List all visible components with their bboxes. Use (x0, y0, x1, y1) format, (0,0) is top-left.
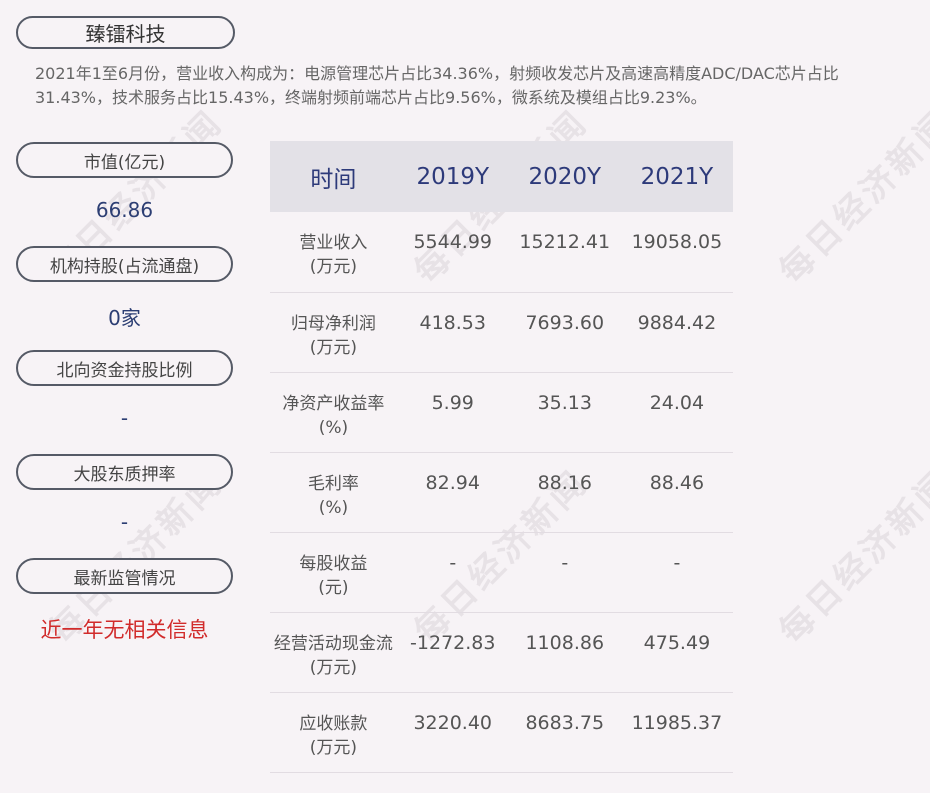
value-cell: 35.13 (508, 372, 621, 453)
table-row: 净资产收益率 (%) 5.99 35.13 24.04 (270, 372, 733, 453)
metric-unit: (万元) (309, 737, 358, 758)
regulation-value: 近一年无相关信息 (40, 618, 209, 642)
market-cap-value: 66.86 (95, 198, 154, 222)
metric-cell: 毛利率 (%) (270, 452, 397, 533)
metric-unit: (万元) (309, 257, 358, 277)
metric-cell: 每股收益 (元) (270, 532, 397, 613)
header-2019: 2019Y (396, 141, 509, 212)
value-cell: - (396, 532, 509, 613)
value-cell: 5544.99 (396, 212, 509, 293)
regulation-label: 最新监管情况 (16, 558, 233, 594)
metric-label: 毛利率 (307, 473, 359, 494)
metric-cell: 经营活动现金流 (万元) (270, 612, 397, 693)
watermark-text: 每日经济新闻 (771, 102, 930, 292)
value-cell: 24.04 (620, 372, 733, 453)
value-cell: 418.53 (396, 292, 509, 373)
table-row: 经营活动现金流 (万元) -1272.83 1108.86 475.49 (270, 612, 733, 693)
value-cell: 88.16 (508, 452, 621, 533)
metric-unit: (元) (318, 577, 349, 598)
value-cell: 7693.60 (508, 292, 621, 373)
value-cell: 8683.75 (508, 692, 621, 773)
metric-unit: (万元) (309, 657, 358, 678)
metric-label: 经营活动现金流 (273, 633, 393, 654)
metric-unit: (万元) (309, 337, 358, 358)
value-cell: 19058.05 (620, 212, 733, 293)
table-row: 归母净利润 (万元) 418.53 7693.60 9884.42 (270, 292, 733, 373)
value-cell: -1272.83 (396, 612, 509, 693)
value-cell: 475.49 (620, 612, 733, 693)
header-2020: 2020Y (508, 141, 621, 212)
financial-table: 时间 2019Y 2020Y 2021Y 营业收入 (万元) 5544.99 15… (270, 141, 733, 773)
metric-unit: (%) (318, 497, 349, 518)
watermark-text: 每日经济新闻 (771, 462, 930, 652)
header-period: 时间 (270, 141, 397, 212)
metric-label: 应收账款 (299, 713, 368, 734)
northbound-holding-label: 北向资金持股比例 (16, 350, 233, 386)
metric-cell: 应收账款 (万元) (270, 692, 397, 773)
value-cell: 11985.37 (620, 692, 733, 773)
header-2021: 2021Y (620, 141, 733, 212)
metric-cell: 归母净利润 (万元) (270, 292, 397, 373)
table-row: 应收账款 (万元) 3220.40 8683.75 11985.37 (270, 692, 733, 773)
table-row: 营业收入 (万元) 5544.99 15212.41 19058.05 (270, 212, 733, 293)
value-cell: 88.46 (620, 452, 733, 533)
value-cell: 1108.86 (508, 612, 621, 693)
value-cell: 5.99 (396, 372, 509, 453)
institution-holding-value: 0家 (108, 306, 141, 330)
institution-holding-label: 机构持股(占流通盘) (16, 246, 233, 282)
northbound-holding-value: - (120, 406, 129, 430)
table-row: 每股收益 (元) - - - (270, 532, 733, 613)
metric-unit: (%) (318, 417, 349, 438)
table-header-row: 时间 2019Y 2020Y 2021Y (270, 141, 733, 212)
table-row: 毛利率 (%) 82.94 88.16 88.46 (270, 452, 733, 533)
revenue-composition-text: 2021年1至6月份，营业收入构成为：电源管理芯片占比34.36%，射频收发芯片… (35, 64, 839, 107)
value-cell: 15212.41 (508, 212, 621, 293)
metric-cell: 净资产收益率 (%) (270, 372, 397, 453)
value-cell: - (620, 532, 733, 613)
value-cell: 9884.42 (620, 292, 733, 373)
pledge-ratio-label: 大股东质押率 (16, 454, 233, 490)
market-cap-label: 市值(亿元) (16, 142, 233, 178)
pledge-ratio-value: - (120, 510, 129, 534)
value-cell: - (508, 532, 621, 613)
metric-label: 每股收益 (299, 553, 368, 574)
value-cell: 3220.40 (396, 692, 509, 773)
metric-cell: 营业收入 (万元) (270, 212, 397, 293)
metric-label: 净资产收益率 (282, 393, 385, 414)
metric-label: 营业收入 (299, 233, 368, 253)
metric-label: 归母净利润 (290, 313, 376, 334)
value-cell: 82.94 (396, 452, 509, 533)
company-name-title: 臻镭科技 (16, 16, 235, 49)
